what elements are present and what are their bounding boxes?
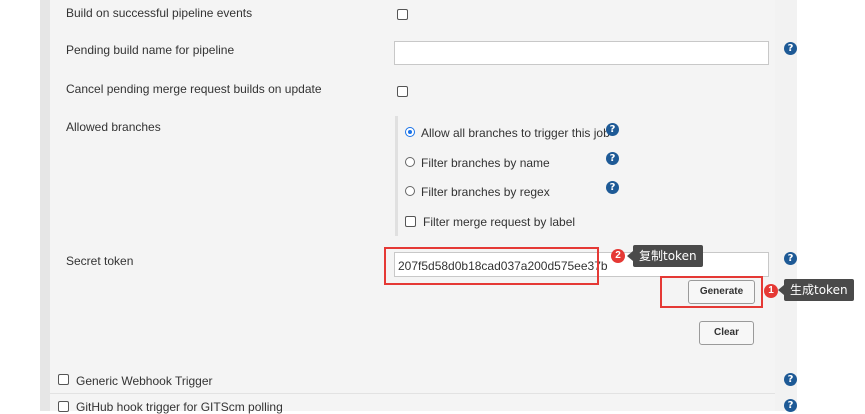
help-icon[interactable]: ? xyxy=(606,152,619,165)
build-on-pipeline-checkbox[interactable] xyxy=(397,9,408,20)
annotation-badge-2: 2 xyxy=(611,249,625,263)
row-divider xyxy=(50,393,775,394)
secret-token-label: Secret token xyxy=(66,254,134,268)
github-hook-checkbox[interactable] xyxy=(58,401,69,412)
pending-build-name-label: Pending build name for pipeline xyxy=(66,43,235,57)
help-icon[interactable]: ? xyxy=(606,181,619,194)
cancel-pending-checkbox[interactable] xyxy=(397,86,408,97)
copy-token-highlight xyxy=(384,247,599,285)
annotation-badge-1: 1 xyxy=(764,284,778,298)
right-rail xyxy=(775,0,797,411)
radio-filter-by-regex-label: Filter branches by regex xyxy=(421,185,550,199)
radio-filter-by-regex[interactable] xyxy=(405,186,415,196)
generate-token-callout: 生成token xyxy=(778,279,854,301)
allowed-branches-label: Allowed branches xyxy=(66,120,161,134)
filter-merge-label-text: Filter merge request by label xyxy=(423,215,576,229)
generic-webhook-checkbox[interactable] xyxy=(58,374,69,385)
radio-allow-all-branches-label: Allow all branches to trigger this job xyxy=(421,126,610,140)
pending-build-name-input[interactable] xyxy=(394,41,769,65)
generate-button[interactable]: Generate xyxy=(688,280,755,304)
radio-filter-by-name[interactable] xyxy=(405,157,415,167)
clear-button[interactable]: Clear xyxy=(699,321,754,345)
radio-allow-all-branches[interactable] xyxy=(405,127,415,137)
build-on-pipeline-label: Build on successful pipeline events xyxy=(66,6,253,20)
left-rail xyxy=(40,0,50,411)
filter-merge-label-checkbox[interactable] xyxy=(405,216,416,227)
generic-webhook-label: Generic Webhook Trigger xyxy=(76,374,213,388)
help-icon[interactable]: ? xyxy=(784,373,797,386)
copy-token-callout: 复制token xyxy=(627,245,703,267)
allowed-branches-group-border xyxy=(395,116,398,236)
help-icon[interactable]: ? xyxy=(784,252,797,265)
help-icon[interactable]: ? xyxy=(606,123,619,136)
cancel-pending-label: Cancel pending merge request builds on u… xyxy=(66,82,322,96)
help-icon[interactable]: ? xyxy=(784,399,797,412)
radio-filter-by-name-label: Filter branches by name xyxy=(421,156,550,170)
help-icon[interactable]: ? xyxy=(784,42,797,55)
github-hook-label: GitHub hook trigger for GITScm polling xyxy=(76,400,283,414)
